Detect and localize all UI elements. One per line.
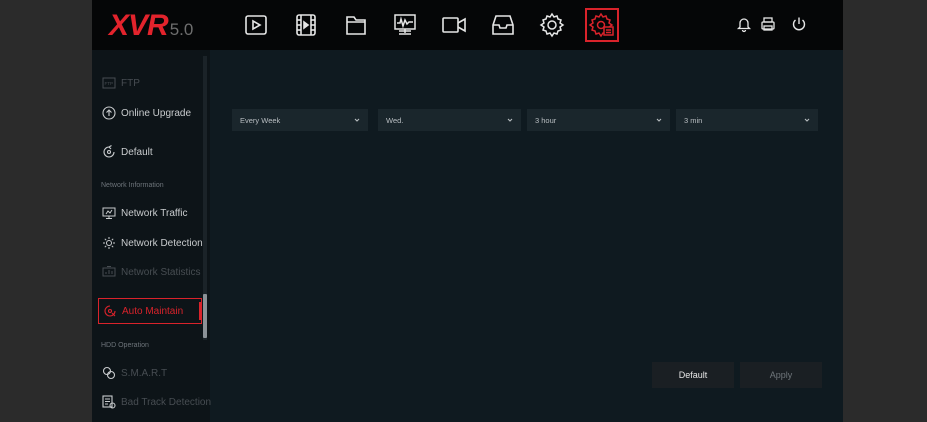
top-navigation-bar: XVR 5.0 xyxy=(92,0,843,50)
brand-logo: XVR 5.0 xyxy=(109,9,193,43)
sidebar-item-auto-maintain[interactable]: Auto Maintain xyxy=(98,298,202,324)
file-folder-icon[interactable] xyxy=(339,8,373,42)
frequency-value: Every Week xyxy=(240,115,281,125)
sidebar-item-label: S.M.A.R.T xyxy=(121,367,168,379)
section-hdd-operation: HDD Operation xyxy=(101,342,149,349)
sidebar-item-label: Network Statistics xyxy=(121,266,201,278)
ftp-icon: FTP xyxy=(102,76,116,90)
sidebar-item-label: Network Traffic xyxy=(121,207,188,219)
settings-gear-icon[interactable] xyxy=(535,8,569,42)
playback-icon[interactable] xyxy=(239,8,273,42)
day-select[interactable]: Wed. xyxy=(378,109,521,131)
sidebar-item-network-statistics[interactable]: Network Statistics xyxy=(98,259,202,285)
monitor-chart-icon[interactable] xyxy=(388,8,422,42)
day-value: Wed. xyxy=(386,115,404,125)
minute-value: 3 min xyxy=(684,115,703,125)
chevron-down-icon xyxy=(354,118,360,122)
network-statistics-icon xyxy=(102,265,116,279)
sidebar-menu: FTP FTP Online Upgrade Default Network I… xyxy=(92,50,211,422)
brand-version: 5.0 xyxy=(169,20,194,39)
sidebar-item-label: Online Upgrade xyxy=(121,107,192,119)
hour-value: 3 hour xyxy=(535,115,557,125)
sidebar-item-network-detection[interactable]: Network Detection xyxy=(98,230,203,256)
sidebar-item-smart[interactable]: S.M.A.R.T xyxy=(98,360,202,386)
default-button[interactable]: Default xyxy=(652,362,734,388)
minute-select[interactable]: 3 min xyxy=(676,109,818,131)
sidebar-item-ftp[interactable]: FTP FTP xyxy=(98,70,202,96)
sidebar-item-network-traffic[interactable]: Network Traffic xyxy=(98,200,202,226)
camera-icon[interactable] xyxy=(437,8,471,42)
video-clip-icon[interactable] xyxy=(289,8,323,42)
smart-icon xyxy=(102,366,116,380)
printer-icon[interactable] xyxy=(757,13,779,35)
sidebar-item-label: Default xyxy=(121,146,153,158)
sidebar-item-label: Bad Track Detection xyxy=(121,396,212,408)
network-detection-icon xyxy=(102,236,116,250)
brand-name: XVR xyxy=(109,9,169,42)
default-icon xyxy=(102,145,116,159)
sidebar-item-label: Network Detection xyxy=(121,237,203,249)
chevron-down-icon xyxy=(507,118,513,122)
sidebar-item-bad-track-detection[interactable]: Bad Track Detection xyxy=(98,389,211,415)
power-icon[interactable] xyxy=(788,13,810,35)
system-maintain-icon[interactable] xyxy=(585,8,619,42)
sidebar-item-online-upgrade[interactable]: Online Upgrade xyxy=(98,100,202,126)
svg-text:FTP: FTP xyxy=(105,81,114,86)
chevron-down-icon xyxy=(656,118,662,122)
sidebar-item-label: Auto Maintain xyxy=(122,305,184,317)
bell-icon[interactable] xyxy=(733,13,755,35)
sidebar-scrollbar-thumb[interactable] xyxy=(203,294,207,338)
section-network-information: Network Information xyxy=(101,182,164,189)
network-traffic-icon xyxy=(102,206,116,220)
hour-select[interactable]: 3 hour xyxy=(527,109,670,131)
chevron-down-icon xyxy=(804,118,810,122)
storage-tray-icon[interactable] xyxy=(486,8,520,42)
sidebar-item-default[interactable]: Default xyxy=(98,139,202,165)
bad-track-icon xyxy=(102,395,116,409)
apply-button[interactable]: Apply xyxy=(740,362,822,388)
upgrade-icon xyxy=(102,106,116,120)
app-window: XVR 5.0 FTP FTP Online Upgrade Default N… xyxy=(92,0,843,422)
frequency-select[interactable]: Every Week xyxy=(232,109,368,131)
auto-maintain-icon xyxy=(103,304,117,318)
sidebar-item-label: FTP xyxy=(121,77,140,89)
